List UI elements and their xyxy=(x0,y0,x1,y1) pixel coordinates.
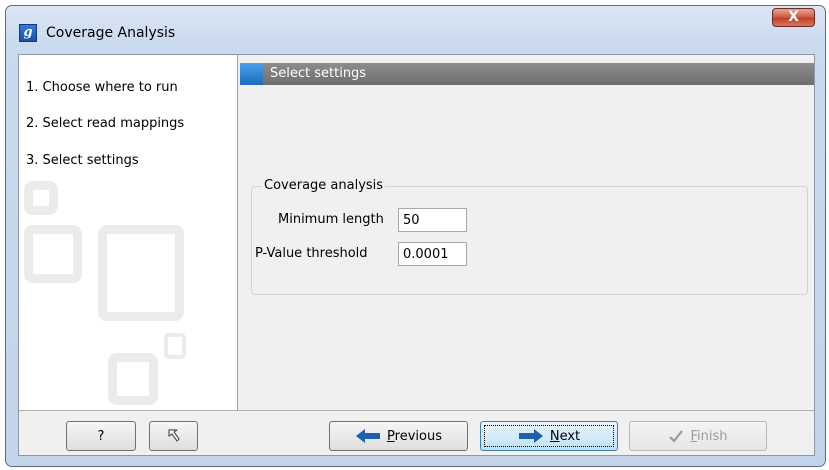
decor-square-icon xyxy=(24,181,58,215)
group-title: Coverage analysis xyxy=(262,178,386,193)
close-button[interactable]: X xyxy=(772,8,815,27)
app-icon: g xyxy=(19,24,37,42)
settings-panel: Select settings Coverage analysis Minimu… xyxy=(240,55,814,410)
step-label: Select settings xyxy=(42,153,139,168)
help-button[interactable]: ? xyxy=(66,421,136,451)
minimum-length-label: Minimum length xyxy=(278,212,384,227)
reset-button[interactable] xyxy=(149,421,198,451)
coverage-analysis-group: Coverage analysis Minimum length P-Value… xyxy=(251,178,808,295)
step-select-read-mappings: 2. Select read mappings xyxy=(26,116,184,131)
panel-header-title: Select settings xyxy=(270,66,367,81)
finish-label: Finish xyxy=(690,429,727,444)
decor-square-icon xyxy=(24,225,82,283)
next-button[interactable]: Next xyxy=(480,421,618,451)
arrow-left-icon xyxy=(356,429,381,443)
p-value-threshold-label: P-Value threshold xyxy=(255,246,368,261)
decor-square-icon xyxy=(108,353,158,405)
window-title: Coverage Analysis xyxy=(46,25,176,41)
finish-label-rest: inish xyxy=(697,428,728,444)
step-choose-where-to-run: 1. Choose where to run xyxy=(26,80,178,95)
panel-header: Select settings xyxy=(240,63,814,85)
button-bar: ? Previous Next Finish xyxy=(19,410,814,455)
title-bar: g Coverage Analysis X xyxy=(6,6,825,54)
dialog-window: g Coverage Analysis X 1. Choose where to… xyxy=(5,5,826,467)
decor-square-icon xyxy=(98,225,184,321)
reset-arrow-icon xyxy=(167,429,180,442)
previous-button[interactable]: Previous xyxy=(329,421,468,451)
header-accent xyxy=(240,63,263,85)
step-number: 3. xyxy=(26,153,39,168)
p-value-threshold-input[interactable] xyxy=(398,242,467,266)
wizard-steps: 1. Choose where to run 2. Select read ma… xyxy=(19,55,238,410)
step-number: 1. xyxy=(26,80,39,95)
finish-button[interactable]: Finish xyxy=(629,421,767,451)
previous-label-rest: revious xyxy=(394,428,442,444)
step-number: 2. xyxy=(26,116,39,131)
step-select-settings: 3. Select settings xyxy=(26,153,139,168)
decor-square-icon xyxy=(164,333,186,359)
dialog-client: 1. Choose where to run 2. Select read ma… xyxy=(18,54,815,456)
step-label: Choose where to run xyxy=(42,80,178,95)
checkmark-icon xyxy=(669,430,684,443)
previous-mnemonic: P xyxy=(387,428,395,444)
focus-ring xyxy=(484,425,614,447)
step-label: Select read mappings xyxy=(42,116,185,131)
previous-label: Previous xyxy=(387,429,442,444)
help-icon: ? xyxy=(97,428,105,444)
minimum-length-input[interactable] xyxy=(398,208,467,232)
